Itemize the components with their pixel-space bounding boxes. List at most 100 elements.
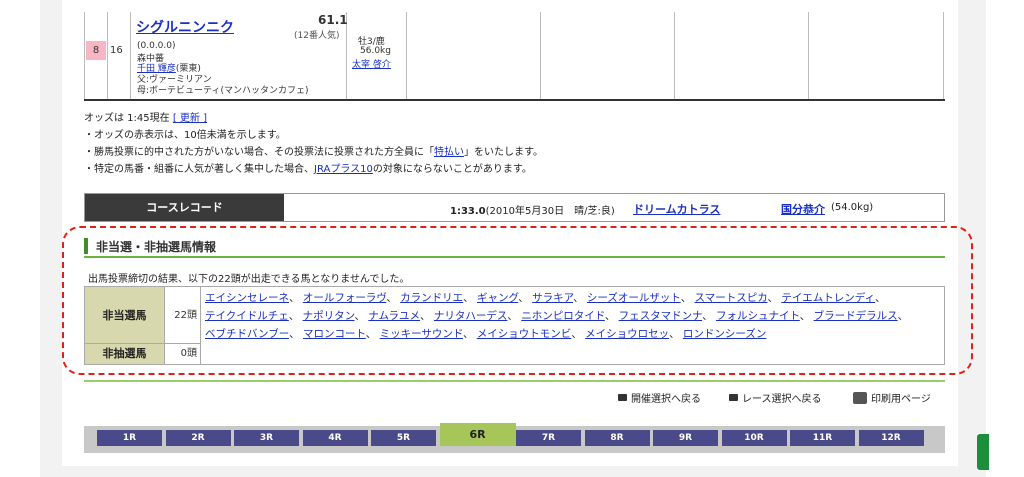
excluded-horse-link[interactable]: マロンコート [303,328,366,340]
section-title: 非当選・非抽選馬情報 [84,236,945,258]
dam-name: 母:ボーテビューティ(マンハッタンカフェ) [137,86,309,96]
excluded-horse-link[interactable]: ニホンピロタイド [521,310,605,322]
excluded-horse-link[interactable]: ナリタハーデス [434,310,508,322]
note-line-3: ・特定の馬番・組番に人気が著しく集中した場合、JRAプラス10の対象にならないこ… [84,161,543,178]
separator: 、 [702,310,716,322]
excluded-horse-link[interactable]: メイショウトモンビ [477,328,572,340]
excluded-horse-link[interactable]: ベブチドバンブー [205,328,289,340]
section-divider [84,380,945,382]
back-to-race-link[interactable]: レース選択へ戻る [729,390,822,405]
arrow-square-icon [729,394,738,401]
race-tab-9r[interactable]: 9R [653,430,718,446]
race-tab-7r[interactable]: 7R [516,430,581,446]
course-record-label: コースレコード [85,194,284,221]
race-tab-3r[interactable]: 3R [234,430,299,446]
note-line-2: ・勝馬投票に的中された方がいない場合、その投票法に投票された方全員に「特払い」を… [84,144,543,161]
excluded-horse-link[interactable]: サラキア [532,292,573,304]
back-to-meeting-label: 開催選択へ戻る [631,394,701,405]
separator: 、 [386,292,401,304]
separator: 、 [365,328,380,340]
excluded-horse-link[interactable]: ナムラユメ [368,310,420,322]
separator: 、 [799,310,814,322]
jra-plus10-link[interactable]: JRAプラス10 [314,164,373,175]
separator: 、 [897,310,909,322]
section-description: 出馬投票締切の結果、以下の22頭が出走できる馬となりませんでした。 [88,274,410,285]
horse-name-link[interactable]: シグルニンニク [136,17,234,37]
col-divider [406,12,407,99]
excluded-horse-link[interactable]: ギャング [477,292,518,304]
excluded-horse-link[interactable]: フェスタマドンナ [619,310,702,322]
excluded-horse-link[interactable]: ミッキーサウンド [380,328,463,340]
separator: 、 [518,292,533,304]
excluded-horse-link[interactable]: メイショウロセッ [585,328,669,340]
not-lottery-count: 0頭 [165,344,201,364]
refresh-link[interactable]: [ 更新 ] [173,113,207,124]
race-tab-12r[interactable]: 12R [858,430,924,446]
separator: 、 [289,328,303,340]
horse-number: 16 [110,45,123,56]
record-jockey-link[interactable]: 国分恭介 [781,201,825,217]
separator: 、 [507,310,522,322]
left-margin [40,0,62,466]
race-tab-6r[interactable]: 6R [439,423,516,446]
odds-value: 61.1 [318,13,348,27]
print-page-link[interactable]: 印刷用ページ [853,390,931,405]
special-payout-link[interactable]: 特払い [434,147,464,158]
not-selected-horse-list: エイシンセレーネ、 オールフォーラヴ、 カランドリエ、 ギャング、 サラキア、 … [205,289,941,343]
race-tab-11r[interactable]: 11R [790,430,855,446]
arrow-square-icon [618,394,627,401]
separator: 、 [289,292,303,304]
record-time: 1:33.0(2010年5月30日 晴/芝:良) [450,202,615,217]
record-time-value: 1:33.0 [450,206,486,217]
race-tab-4r[interactable]: 4R [302,430,368,446]
excluded-horse-link[interactable]: ロンドンシーズン [683,328,766,340]
excluded-horse-link[interactable]: シーズオールザット [587,292,681,304]
excluded-horse-link[interactable]: スマートスピカ [695,292,768,304]
excluded-horse-link[interactable]: ナポリタン [303,310,355,322]
excluded-horse-link[interactable]: フォルシュナイト [716,310,800,322]
note-text: ・勝馬投票に的中された方がいない場合、その投票法に投票された方全員に「 [84,147,434,158]
excluded-horse-link[interactable]: テイクイドルチェ [205,310,289,322]
note-text: ・特定の馬番・組番に人気が著しく集中した場合、 [84,164,314,175]
separator: 、 [604,310,619,322]
odds-time-line: オッズは 1:45現在 [ 更新 ] [84,110,543,127]
separator: 、 [669,328,683,340]
excluded-horse-link[interactable]: オールフォーラヴ [303,292,386,304]
note-text: の対象にならないことがあります。 [372,164,532,175]
col-divider [943,12,944,99]
side-feedback-tab[interactable] [977,434,989,470]
note-text: 」をいたします。 [464,147,543,158]
col-divider [84,12,85,99]
race-tab-1r[interactable]: 1R [97,430,162,446]
printer-icon [853,391,867,404]
col-divider [130,12,131,99]
section-title-text: 非当選・非抽選馬情報 [96,240,217,254]
col-divider [540,12,541,99]
race-tab-8r[interactable]: 8R [584,430,650,446]
excluded-horse-link[interactable]: カランドリエ [400,292,463,304]
record-date: (2010年5月30日 晴/芝:良) [485,206,615,217]
separator: 、 [420,310,434,322]
excluded-horse-link[interactable]: テイエムトレンディ [781,292,875,304]
race-record: (0.0.0.0) [137,41,176,51]
race-tab-2r[interactable]: 2R [165,430,231,446]
separator: 、 [767,292,782,304]
separator: 、 [462,328,477,340]
back-to-race-label: レース選択へ戻る [742,394,822,405]
back-to-meeting-link[interactable]: 開催選択へ戻る [618,390,701,405]
excluded-horse-link[interactable]: エイシンセレーネ [205,292,289,304]
race-tab-5r[interactable]: 5R [371,430,436,446]
bottom-band [40,466,986,477]
separator: 、 [288,310,303,322]
separator: 、 [875,292,886,304]
race-tab-10r[interactable]: 10R [721,430,787,446]
separator: 、 [571,328,586,340]
col-divider [107,12,108,99]
record-horse-link[interactable]: ドリームカトラス [633,201,720,217]
title-accent-bar [84,238,88,254]
separator: 、 [680,292,695,304]
excluded-horse-link[interactable]: ブラードデラルス [814,310,898,322]
record-jockey-weight: (54.0kg) [831,202,874,213]
odds-notes: オッズは 1:45現在 [ 更新 ] ・オッズの赤表示は、10倍未満を示します。… [84,110,543,178]
jockey-link[interactable]: 太宰 啓介 [352,57,391,70]
